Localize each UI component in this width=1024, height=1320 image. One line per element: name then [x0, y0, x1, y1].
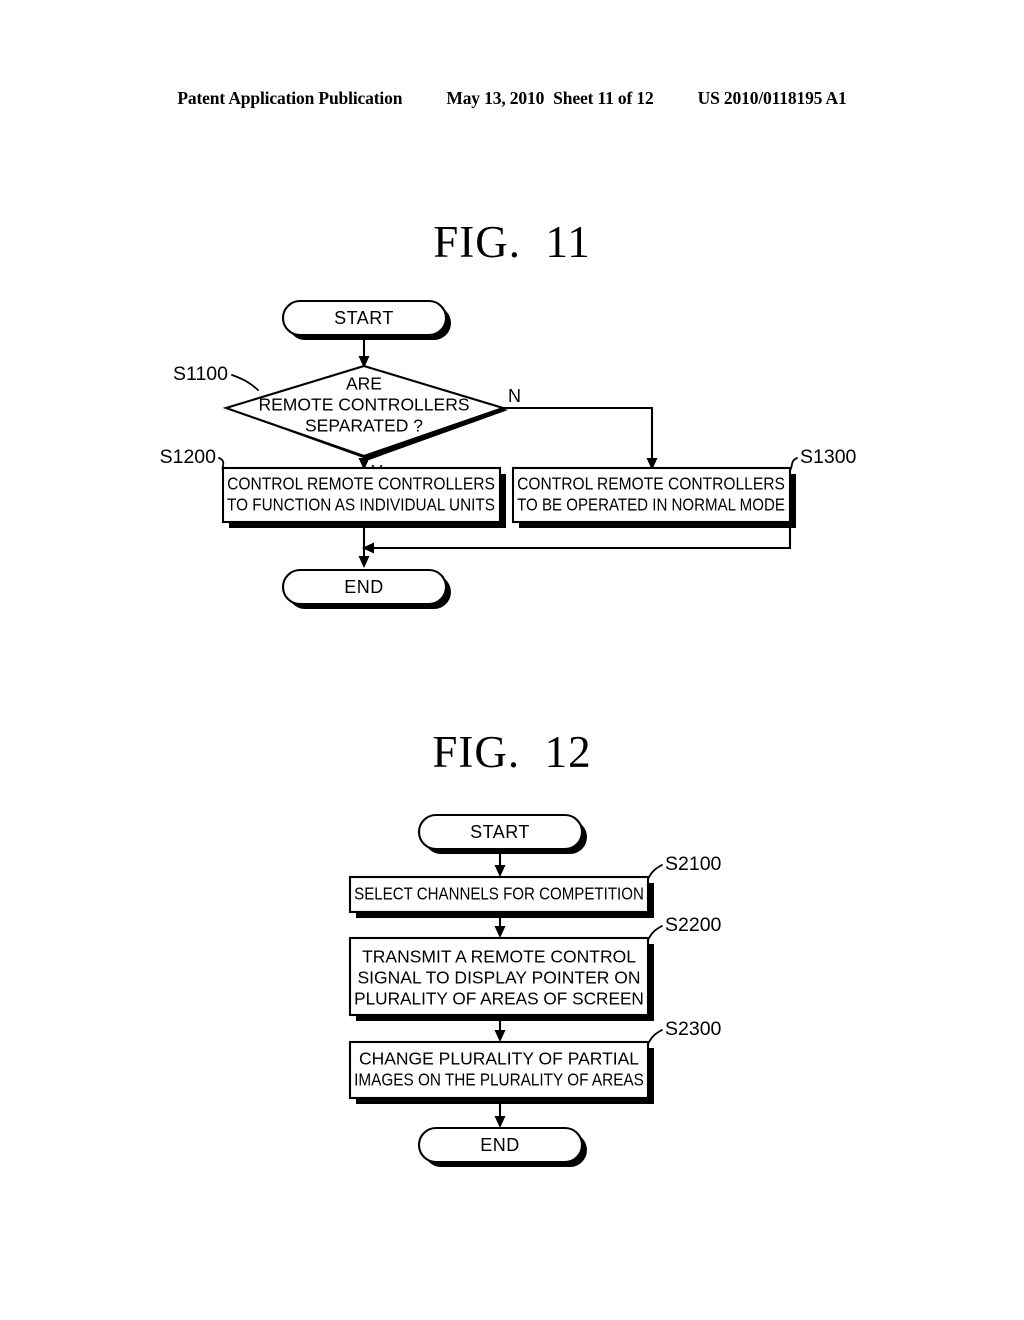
fig12-step2-line1: TRANSMIT A REMOTE CONTROL — [362, 947, 636, 967]
header-patent-number: US 2010/0118195 A1 — [697, 88, 847, 108]
fig11-decision-line1: ARE — [346, 374, 382, 394]
fig11-ref-s1300: S1300 — [789, 446, 857, 471]
fig11-end-label: END — [344, 577, 384, 597]
fig12-start-label: START — [470, 822, 530, 842]
patent-page: Patent Application Publication May 13, 2… — [0, 0, 1024, 1320]
fig11-ref-s1200-label: S1200 — [160, 446, 217, 468]
figure-11-flowchart: START ARE REMOTE CONTROLLERS SEPARATED ?… — [160, 299, 857, 609]
fig11-branch-no-label: N — [508, 386, 521, 406]
fig12-step2-node: TRANSMIT A REMOTE CONTROL SIGNAL TO DISP… — [348, 936, 654, 1021]
fig12-step2-line3: PLURALITY OF AREAS OF SCREEN — [354, 989, 644, 1009]
figure-11-title: FIG. 11 — [433, 217, 591, 267]
fig11-process-no-node: CONTROL REMOTE CONTROLLERS TO BE OPERATE… — [511, 466, 796, 528]
fig11-decision-node: ARE REMOTE CONTROLLERS SEPARATED ? — [222, 364, 508, 460]
figure-12-flowchart: START SELECT CHANNELS FOR COMPETITION S2… — [348, 813, 722, 1167]
fig11-start-label: START — [334, 308, 394, 328]
fig11-ref-s1300-label: S1300 — [800, 446, 857, 468]
fig11-process-no-line1: CONTROL REMOTE CONTROLLERS — [517, 474, 785, 494]
fig11-process-yes-line2: TO FUNCTION AS INDIVIDUAL UNITS — [227, 496, 495, 515]
fig12-step3-line2: IMAGES ON THE PLURALITY OF AREAS — [354, 1071, 644, 1090]
fig12-ref-s2200: S2200 — [647, 914, 722, 941]
figure-12-title: FIG. 12 — [432, 727, 592, 777]
fig12-start-node: START — [417, 813, 587, 854]
fig11-decision-line2: REMOTE CONTROLLERS — [259, 395, 470, 415]
fig12-step1-node: SELECT CHANNELS FOR COMPETITION — [348, 875, 654, 918]
fig11-start-node: START — [281, 299, 451, 340]
fig12-ref-s2300-label: S2300 — [665, 1018, 722, 1040]
header-publication-title: Patent Application Publication — [177, 88, 403, 108]
header-publication-date: May 13, 2010 — [446, 88, 545, 108]
fig12-ref-s2100: S2100 — [647, 853, 722, 880]
fig11-process-yes-line1: CONTROL REMOTE CONTROLLERS — [227, 474, 495, 494]
fig11-branch-no: N — [503, 386, 658, 470]
fig12-ref-s2200-label: S2200 — [665, 914, 722, 936]
fig12-ref-s2100-label: S2100 — [665, 853, 722, 875]
fig11-decision-line3: SEPARATED ? — [305, 416, 423, 436]
fig12-step3-node: CHANGE PLURALITY OF PARTIAL IMAGES ON TH… — [348, 1040, 654, 1104]
fig12-ref-s2300: S2300 — [647, 1018, 722, 1045]
fig12-step1-line1: SELECT CHANNELS FOR COMPETITION — [354, 885, 644, 904]
fig12-end-label: END — [480, 1135, 520, 1155]
fig11-ref-s1100-label: S1100 — [173, 363, 228, 385]
fig11-process-yes-node: CONTROL REMOTE CONTROLLERS TO FUNCTION A… — [221, 466, 506, 528]
fig12-end-node: END — [417, 1126, 587, 1167]
fig11-ref-s1200: S1200 — [160, 446, 225, 471]
fig11-ref-s1100: S1100 — [173, 363, 259, 391]
page-header: Patent Application Publication May 13, 2… — [0, 88, 1024, 112]
fig11-process-no-line2: TO BE OPERATED IN NORMAL MODE — [517, 496, 785, 515]
fig11-connector-merge-to-end — [358, 522, 792, 568]
fig11-end-node: END — [281, 568, 451, 609]
fig12-step3-line1: CHANGE PLURALITY OF PARTIAL — [359, 1049, 639, 1069]
fig12-step2-line2: SIGNAL TO DISPLAY POINTER ON — [358, 968, 641, 988]
header-sheet-number: Sheet 11 of 12 — [553, 88, 654, 108]
